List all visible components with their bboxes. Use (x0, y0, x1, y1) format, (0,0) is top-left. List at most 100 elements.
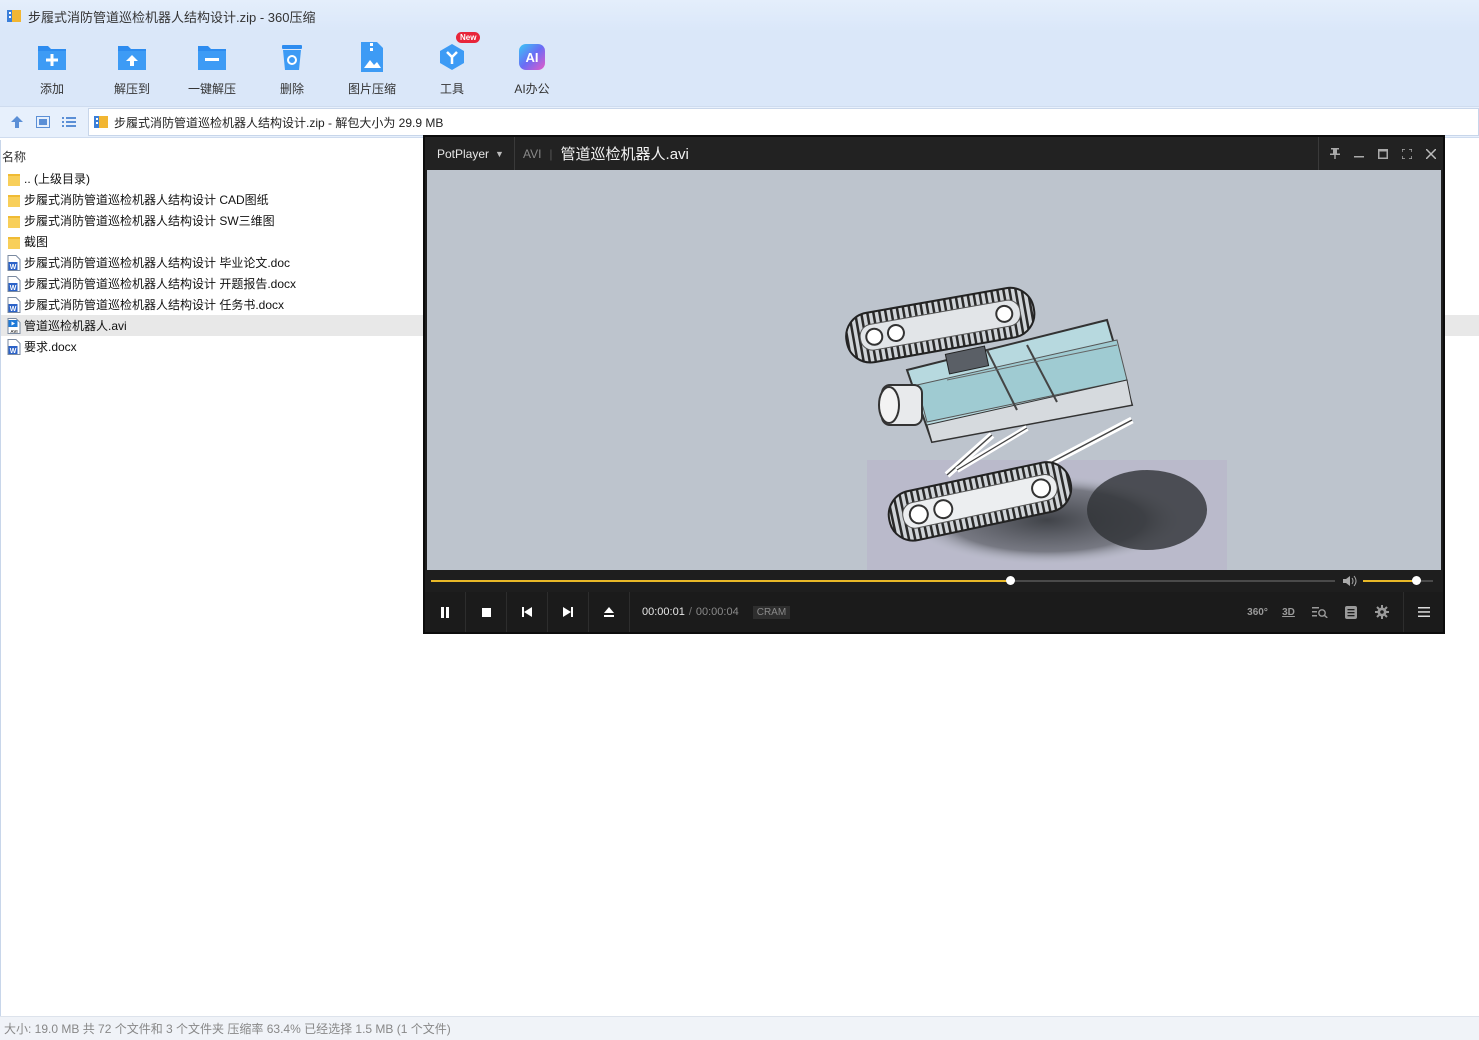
seek-handle[interactable] (1005, 576, 1015, 585)
ai-office-icon: AI (519, 44, 545, 70)
format-label: AVI (522, 146, 542, 161)
file-name: 管道巡检机器人.avi (24, 319, 127, 333)
extract-to-icon (118, 46, 146, 70)
main-menu-button[interactable] (1403, 592, 1443, 632)
tools-icon (440, 44, 464, 70)
search-list-icon (1311, 607, 1328, 618)
total-time: 00:00:04 (695, 606, 739, 618)
delete-label: 删除 (279, 82, 304, 96)
folder-icon (8, 173, 20, 186)
word-document-icon: W (7, 338, 21, 355)
tools-label: 工具 (439, 82, 464, 96)
tools-button[interactable]: New 工具 (412, 32, 492, 102)
list-view-button[interactable] (56, 109, 82, 135)
one-click-extract-label: 一键解压 (187, 82, 236, 96)
file-name: 步履式消防管道巡检机器人结构设计 开题报告.docx (24, 277, 297, 291)
status-text: 大小: 19.0 MB 共 72 个文件和 3 个文件夹 压缩率 63.4% 已… (4, 1022, 451, 1036)
svg-text:W: W (10, 264, 17, 271)
settings-button[interactable] (1366, 592, 1397, 632)
360-video-button[interactable]: 360° (1242, 592, 1273, 632)
video-file-icon: AVI (7, 317, 21, 334)
delete-button[interactable]: 删除 (252, 32, 332, 102)
add-label: 添加 (39, 82, 64, 96)
playlist-button[interactable] (1335, 592, 1366, 632)
new-badge: New (456, 32, 481, 43)
potplayer-window: PotPlayer ▼ AVI | 管道巡检机器人.avi 00:00:01 /… (423, 135, 1445, 634)
word-document-icon: W (7, 296, 21, 313)
svg-text:AI: AI (526, 50, 539, 65)
pin-button[interactable] (1323, 142, 1347, 166)
file-name: 步履式消防管道巡检机器人结构设计 CAD图纸 (24, 193, 269, 207)
player-controls: 00:00:01/00:00:04 CRAM 360° 3D (425, 592, 1443, 632)
potplayer-menu-button[interactable]: PotPlayer ▼ (425, 137, 515, 170)
up-level-button[interactable] (4, 109, 30, 135)
zip-file-icon (94, 116, 108, 128)
path-text: 步履式消防管道巡检机器人结构设计.zip - 解包大小为 29.9 MB (114, 115, 444, 130)
previous-button[interactable] (507, 592, 548, 632)
stop-button[interactable] (466, 592, 507, 632)
time-display: 00:00:01/00:00:04 (642, 606, 739, 618)
360-label: 360° (1247, 606, 1268, 618)
one-click-extract-button[interactable]: 一键解压 (172, 32, 252, 102)
one-click-extract-icon (198, 46, 226, 70)
eject-icon (604, 607, 614, 617)
svg-text:W: W (10, 306, 17, 313)
next-icon (563, 607, 573, 617)
zip-app-icon (7, 10, 21, 22)
svg-text:AVI: AVI (10, 329, 17, 334)
add-button[interactable]: 添加 (12, 32, 92, 102)
file-name: 步履式消防管道巡检机器人结构设计 任务书.docx (24, 298, 285, 312)
folder-icon (8, 236, 20, 249)
pause-icon (441, 606, 449, 618)
robot-render-image (845, 286, 1227, 570)
eject-button[interactable] (589, 592, 630, 632)
video-frame[interactable] (427, 170, 1441, 570)
gear-icon (1374, 605, 1389, 619)
minimize-button[interactable] (1347, 142, 1371, 166)
volume-bar[interactable] (1363, 576, 1433, 585)
volume-level (1363, 580, 1416, 582)
word-document-icon: W (7, 254, 21, 271)
time-separator: / (688, 606, 692, 618)
fullscreen-button[interactable] (1395, 142, 1419, 166)
image-compress-icon (361, 42, 383, 72)
maximize-button[interactable] (1371, 142, 1395, 166)
search-button[interactable] (1304, 592, 1335, 632)
svg-text:W: W (10, 285, 17, 292)
column-header-name[interactable]: 名称 (2, 148, 26, 165)
fullscreen-icon (1402, 148, 1412, 159)
minimize-icon (1354, 155, 1364, 157)
title-bar: 步履式消防管道巡检机器人结构设计.zip - 360压缩 (0, 0, 1479, 32)
ai-office-label: AI办公 (514, 82, 550, 96)
extract-to-label: 解压到 (113, 82, 150, 96)
file-name: 步履式消防管道巡检机器人结构设计 SW三维图 (24, 214, 275, 228)
file-name: 要求.docx (24, 340, 77, 354)
pause-button[interactable] (425, 592, 466, 632)
seek-row (425, 570, 1443, 592)
delete-icon (282, 45, 302, 70)
player-filename: 管道巡检机器人.avi (560, 146, 689, 163)
file-name: .. (上级目录) (24, 172, 90, 186)
3d-mode-button[interactable]: 3D (1273, 592, 1304, 632)
file-name: 步履式消防管道巡检机器人结构设计 毕业论文.doc (24, 256, 291, 270)
status-bar: 大小: 19.0 MB 共 72 个文件和 3 个文件夹 压缩率 63.4% 已… (0, 1016, 1479, 1040)
extract-to-button[interactable]: 解压到 (92, 32, 172, 102)
volume-handle[interactable] (1411, 576, 1421, 585)
volume-icon[interactable] (1343, 575, 1357, 587)
close-button[interactable] (1419, 142, 1443, 166)
stop-icon (481, 607, 491, 617)
seek-bar[interactable] (431, 576, 1335, 585)
thumbnail-view-icon (36, 116, 50, 128)
next-button[interactable] (548, 592, 589, 632)
toolbar: 添加 解压到 一键解压 删除 图片压缩 New 工具 AI AI办公 (0, 32, 1479, 106)
path-field[interactable]: 步履式消防管道巡检机器人结构设计.zip - 解包大小为 29.9 MB (88, 108, 1479, 136)
image-compress-button[interactable]: 图片压缩 (332, 32, 412, 102)
previous-icon (522, 607, 532, 617)
thumbnail-view-button[interactable] (30, 109, 56, 135)
ai-office-button[interactable]: AI AI办公 (492, 32, 572, 102)
playlist-icon (1344, 605, 1357, 619)
window-title: 步履式消防管道巡检机器人结构设计.zip - 360压缩 (28, 9, 316, 25)
word-document-icon: W (7, 275, 21, 292)
seek-progress (431, 580, 1010, 582)
image-compress-label: 图片压缩 (347, 82, 396, 96)
